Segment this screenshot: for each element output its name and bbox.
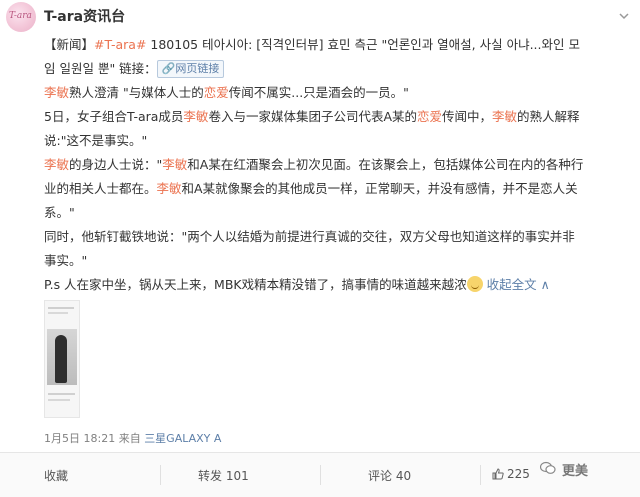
like-button[interactable]: 225 bbox=[492, 467, 530, 481]
post-content: 【新闻】#T-ara# 180105 테아시아: [직격인터뷰] 효민 측근 "… bbox=[44, 33, 629, 297]
account-name[interactable]: T-ara资讯台 bbox=[44, 6, 125, 26]
paragraph-3: 李敏的身边人士说："李敏和A某在红酒聚会上初次见面。在该聚会上，包括媒体公司在内… bbox=[44, 153, 629, 177]
account-avatar[interactable]: T-ara bbox=[6, 2, 36, 32]
text: 的身边人士说：" bbox=[69, 157, 163, 172]
post-meta: 1月5日 18:21 来自 三星GALAXY A bbox=[44, 430, 221, 446]
text: 说:"这不是事实。" bbox=[44, 133, 148, 148]
keyword-link[interactable]: 李敏 bbox=[157, 181, 182, 196]
link-icon: 🔗 bbox=[161, 62, 176, 75]
image-text-line bbox=[48, 393, 75, 395]
post-source[interactable]: 三星GALAXY A bbox=[144, 432, 221, 445]
repost-button[interactable]: 转发 101 bbox=[198, 467, 249, 484]
text: 熟人澄清 "与媒体人士的 bbox=[69, 85, 204, 100]
avatar-logo-text: T-ara bbox=[9, 11, 32, 21]
text: 和A某就像聚会的其他成员一样，正常聊天，并没有感情，并不是恋人关 bbox=[181, 181, 578, 196]
comment-button[interactable]: 评论 40 bbox=[368, 467, 411, 484]
headline-text-2: 임 일원일 뿐" 链接： bbox=[44, 61, 157, 76]
paragraph-5: P.s 人在家中坐，锅从天上来，MBK戏精本精没错了，搞事情的味道越来越浓 收起… bbox=[44, 273, 629, 297]
text: 事实。" bbox=[44, 253, 88, 268]
wechat-logo-icon bbox=[540, 461, 556, 474]
keyword-link[interactable]: 李敏 bbox=[492, 109, 517, 124]
text: 同时，他斩钉截铁地说："两个人以结婚为前提进行真诚的交往，双方父母也知道这样的事… bbox=[44, 229, 575, 244]
paragraph-4: 同时，他斩钉截铁地说："两个人以结婚为前提进行真诚的交往，双方父母也知道这样的事… bbox=[44, 225, 629, 249]
text: 卷入与一家媒体集团子公司代表A某的 bbox=[208, 109, 417, 124]
collapse-link[interactable]: 收起全文 ∧ bbox=[487, 277, 550, 292]
text: 传闻不属实...只是酒会的一员。" bbox=[228, 85, 409, 100]
chevron-up-icon: ∧ bbox=[540, 277, 550, 292]
keyword-link[interactable]: 李敏 bbox=[44, 157, 69, 172]
paragraph-3b: 业的相关人士都在。李敏和A某就像聚会的其他成员一样，正常聊天，并没有感情，并不是… bbox=[44, 177, 629, 201]
collapse-label: 收起全文 bbox=[486, 277, 537, 292]
emoji-icon bbox=[466, 276, 483, 292]
paragraph-2: 5日，女子组合T-ara成员李敏卷入与一家媒体集团子公司代表A某的恋爱传闻中，李… bbox=[44, 105, 629, 129]
image-text-line bbox=[48, 399, 70, 401]
post-time[interactable]: 1月5日 18:21 来自 bbox=[44, 432, 144, 445]
post-line-2: 임 일원일 뿐" 链接： 🔗网页链接 bbox=[44, 57, 629, 81]
watermark-text: 更美 bbox=[562, 464, 589, 479]
keyword-link[interactable]: 恋爱 bbox=[204, 85, 229, 100]
hashtag-link[interactable]: #T-ara# bbox=[94, 37, 146, 52]
keyword-link[interactable]: 李敏 bbox=[162, 157, 187, 172]
text: P.s 人在家中坐，锅从天上来，MBK戏精本精没错了，搞事情的味道越来越浓 bbox=[44, 277, 467, 292]
text: 传闻中， bbox=[442, 109, 493, 124]
person-figure bbox=[55, 335, 67, 383]
keyword-link[interactable]: 李敏 bbox=[183, 109, 208, 124]
headline-text: 180105 테아시아: [직격인터뷰] 효민 측근 "언론인과 열애설, 사실… bbox=[146, 37, 580, 52]
text: 和A某在红酒聚会上初次见面。在该聚会上，包括媒体公司在内的各种行 bbox=[187, 157, 584, 172]
web-link-button[interactable]: 🔗网页链接 bbox=[156, 60, 225, 78]
paragraph-2b: 说:"这不是事实。" bbox=[44, 129, 629, 153]
divider bbox=[480, 465, 481, 485]
text: 的熟人解释 bbox=[517, 109, 580, 124]
text: 5日，女子组合T-ara成员 bbox=[44, 109, 184, 124]
post-line-1: 【新闻】#T-ara# 180105 테아시아: [직격인터뷰] 효민 측근 "… bbox=[44, 33, 629, 57]
chevron-down-icon[interactable] bbox=[618, 10, 630, 22]
post-image-thumbnail[interactable] bbox=[44, 300, 80, 418]
divider bbox=[320, 465, 321, 485]
paragraph-3c: 系。" bbox=[44, 201, 629, 225]
image-text-line bbox=[48, 312, 68, 314]
keyword-link[interactable]: 恋爱 bbox=[417, 109, 442, 124]
text: 系。" bbox=[44, 205, 75, 220]
post-header: T-ara T-ara资讯台 bbox=[0, 0, 640, 32]
divider bbox=[160, 465, 161, 485]
favorite-button[interactable]: 收藏 bbox=[44, 467, 68, 484]
keyword-link[interactable]: 李敏 bbox=[44, 85, 69, 100]
like-count: 225 bbox=[507, 467, 530, 481]
news-label: 【新闻】 bbox=[44, 37, 95, 52]
paragraph-4b: 事实。" bbox=[44, 249, 629, 273]
text: 业的相关人士都在。 bbox=[44, 181, 157, 196]
web-link-label: 网页链接 bbox=[175, 62, 220, 75]
image-text-line bbox=[48, 307, 74, 309]
paragraph-1: 李敏熟人澄清 "与媒体人士的恋爱传闻不属实...只是酒会的一员。" bbox=[44, 81, 629, 105]
thumbs-up-icon bbox=[492, 468, 504, 480]
